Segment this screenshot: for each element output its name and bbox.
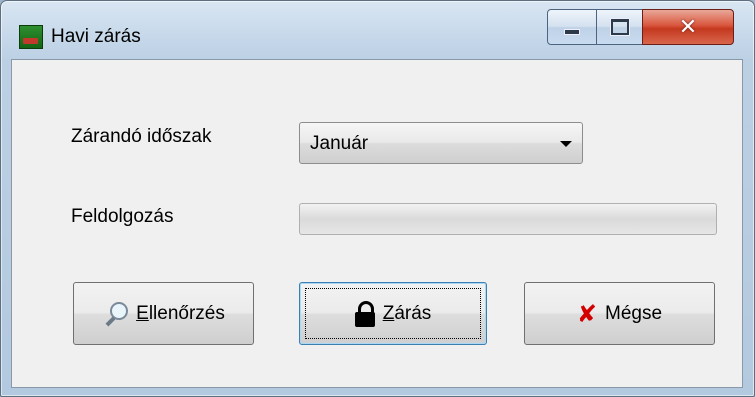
check-button[interactable]: Ellenőrzés — [73, 282, 254, 345]
lock-icon — [354, 300, 375, 327]
title-bar[interactable]: Havi zárás ✕ — [1, 1, 754, 59]
cancel-button[interactable]: ✘ Mégse — [524, 282, 715, 345]
x-icon: ✘ — [576, 299, 598, 328]
cancel-button-label: Mégse — [605, 302, 663, 324]
process-label: Feldolgozás — [71, 206, 174, 227]
focus-rectangle — [305, 288, 481, 339]
close-button[interactable]: Zárás — [299, 282, 487, 345]
process-progress-bar — [299, 203, 717, 235]
minimize-icon — [564, 29, 580, 35]
window-title: Havi zárás — [51, 26, 141, 47]
chevron-down-icon[interactable] — [560, 141, 572, 147]
close-icon: ✕ — [678, 14, 698, 40]
period-select[interactable]: Január — [299, 122, 583, 164]
maximize-button[interactable] — [596, 9, 643, 45]
check-button-label: Ellenőrzés — [136, 302, 225, 324]
app-icon — [19, 25, 43, 49]
dialog-window: Havi zárás ✕ Zárandó időszak Január Feld… — [0, 0, 755, 397]
close-window-button[interactable]: ✕ — [642, 9, 734, 45]
minimize-button[interactable] — [547, 9, 597, 45]
maximize-icon — [610, 19, 629, 35]
dialog-body: Zárandó időszak Január Feldolgozás Ellen… — [11, 59, 743, 388]
period-select-value: Január — [310, 133, 369, 154]
period-label: Zárandó időszak — [71, 126, 212, 147]
magnifier-icon — [102, 301, 129, 327]
